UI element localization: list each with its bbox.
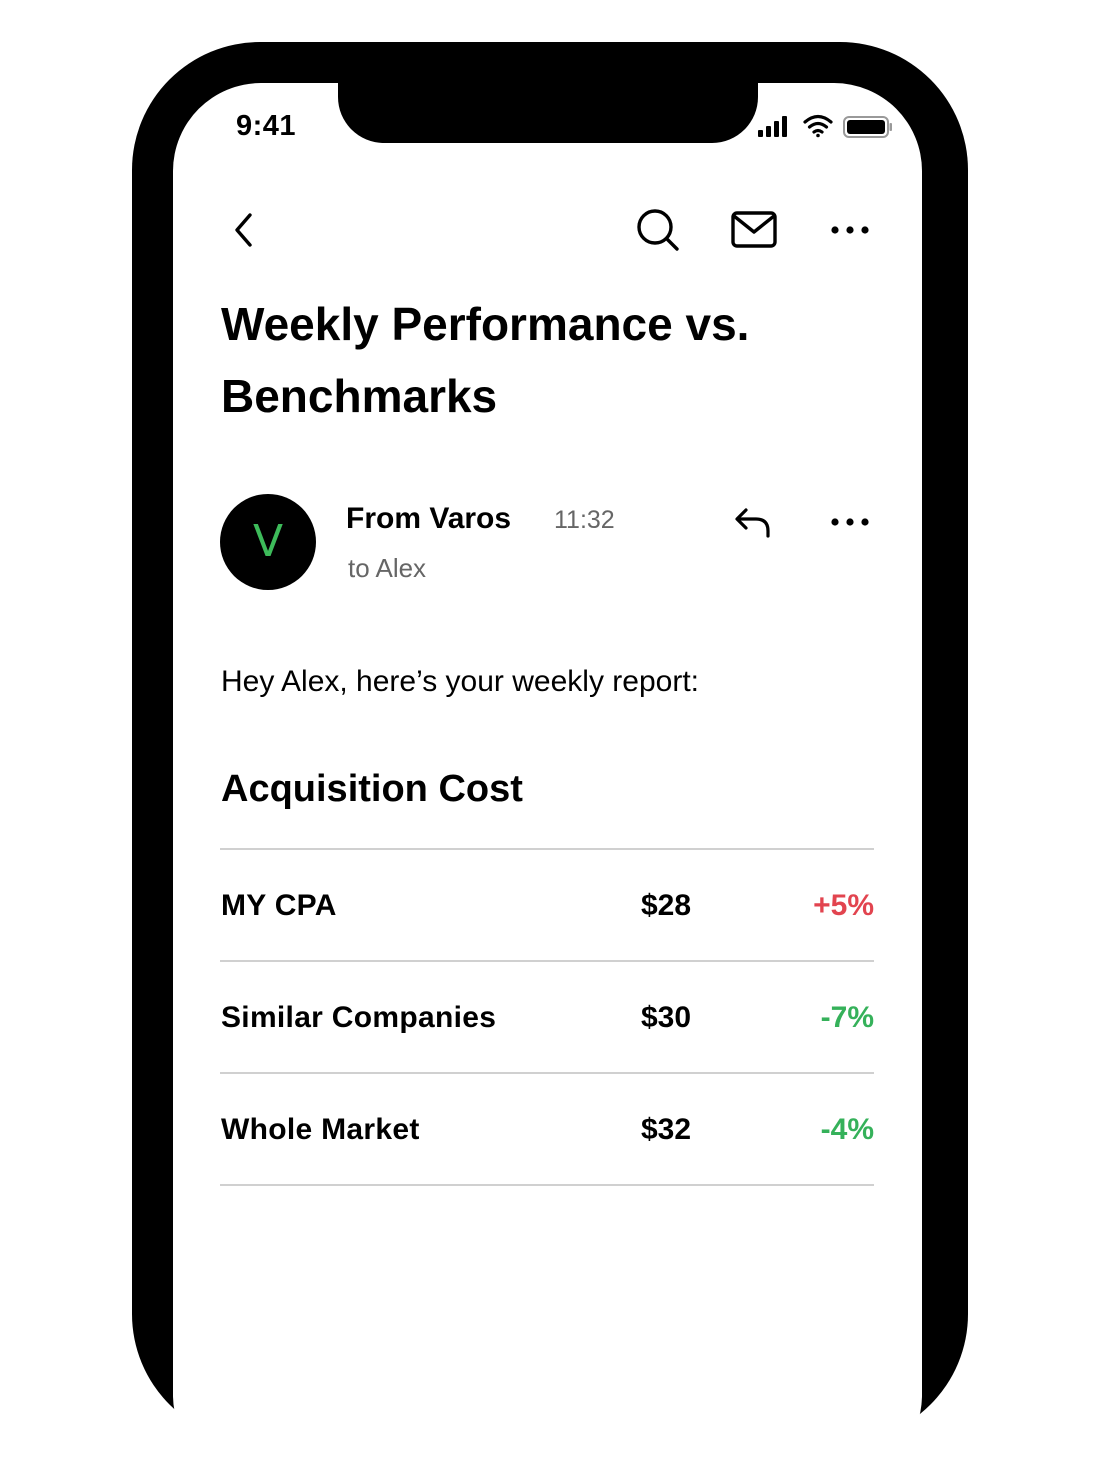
status-time: 9:41 [236,110,297,142]
table-divider [220,1184,874,1186]
battery-icon [843,116,892,138]
row-label-similar-companies: Similar Companies [221,1001,497,1034]
table-divider [220,1072,874,1074]
recipient: to Alex [348,553,427,583]
table-divider [220,848,874,850]
mail-icon[interactable] [730,208,778,252]
row-label-whole-market: Whole Market [221,1113,420,1146]
row-change-similar-companies: -7% [820,1001,874,1034]
sender-name: From Varos [346,502,512,535]
avatar: V [220,494,316,590]
signal-icon [758,116,787,137]
section-title: Acquisition Cost [221,768,523,810]
table-divider [220,960,874,962]
greeting-text: Hey Alex, here’s your weekly report: [221,665,699,698]
wifi-icon [803,114,833,138]
row-change-my-cpa: +5% [813,889,874,922]
more-icon[interactable] [830,222,870,238]
row-value-whole-market: $32 [641,1113,692,1146]
row-value-my-cpa: $28 [641,889,692,922]
message-more-icon[interactable] [830,514,870,530]
row-change-whole-market: -4% [820,1113,874,1146]
status-icons [758,114,892,138]
phone-notch [338,60,758,143]
back-icon[interactable] [228,210,262,250]
sent-time: 11:32 [554,506,615,534]
reply-icon[interactable] [732,506,774,540]
row-label-my-cpa: MY CPA [221,889,337,922]
row-value-similar-companies: $30 [641,1001,692,1034]
search-icon[interactable] [634,206,682,254]
email-subject: Weekly Performance vs. Benchmarks [221,298,750,422]
